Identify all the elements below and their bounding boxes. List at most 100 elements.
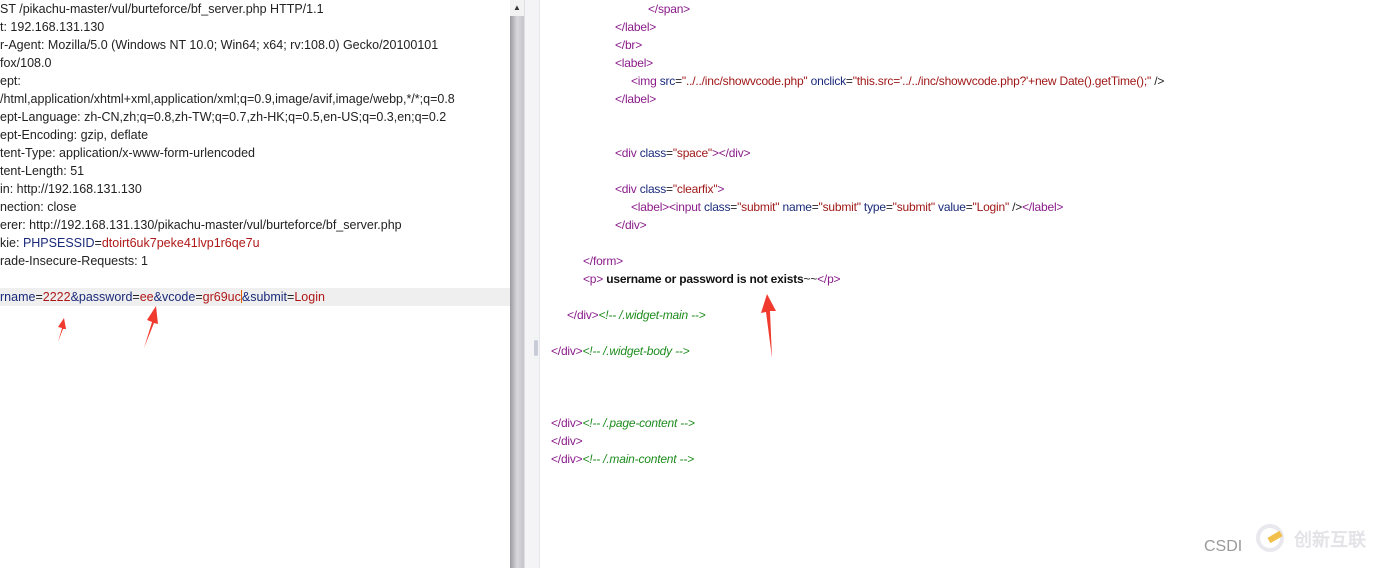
token-bold: username or password is not exists bbox=[603, 272, 804, 286]
request-header-line: in: http://192.168.131.130 bbox=[0, 180, 142, 198]
token-plain: = bbox=[132, 290, 140, 304]
token-plain: ept-Encoding: gzip, deflate bbox=[0, 128, 149, 142]
token-plain: = bbox=[675, 74, 682, 88]
token-tag: </label> bbox=[615, 92, 657, 106]
csdn-watermark: CSDI bbox=[1204, 538, 1243, 555]
token-val: "Login" bbox=[972, 200, 1010, 214]
token-tag: </div> bbox=[551, 344, 583, 358]
token-tag: <div bbox=[615, 146, 640, 160]
response-line: </br> bbox=[615, 36, 642, 54]
token-plain: in: http://192.168.131.130 bbox=[0, 182, 142, 196]
request-header-line: ept-Encoding: gzip, deflate bbox=[0, 126, 148, 144]
request-header-line: ST /pikachu-master/vul/burteforce/bf_ser… bbox=[0, 0, 324, 18]
token-plain: = bbox=[35, 290, 43, 304]
brand-logo-icon bbox=[1256, 524, 1284, 552]
request-header-line: t: 192.168.131.130 bbox=[0, 18, 104, 36]
token-attr: onclick bbox=[807, 74, 846, 88]
token-plain: nection: close bbox=[0, 200, 77, 214]
token-plain: = bbox=[666, 146, 673, 160]
response-line: </label> bbox=[615, 18, 656, 36]
response-line: </div> bbox=[551, 432, 583, 450]
response-line: <label><input class="submit" name="submi… bbox=[631, 198, 1063, 216]
token-cm: <!-- /.widget-main --> bbox=[598, 308, 706, 322]
scroll-up-icon[interactable]: ▲ bbox=[510, 0, 524, 16]
token-tag: </span> bbox=[648, 2, 690, 16]
token-tag: </div> bbox=[551, 416, 583, 430]
token-plain: kie: bbox=[0, 236, 23, 250]
response-line: <div class="space"></div> bbox=[615, 144, 751, 162]
token-hval: dtoirt6uk7peke41lvp1r6qe7u bbox=[101, 236, 260, 250]
token-plain: /> bbox=[1009, 200, 1023, 214]
request-header-line: /html,application/xhtml+xml,application/… bbox=[0, 90, 455, 108]
response-line: </form> bbox=[583, 252, 623, 270]
token-tag: <img bbox=[631, 74, 660, 88]
response-line: </label> bbox=[615, 90, 656, 108]
token-attr: class bbox=[639, 146, 667, 160]
token-tag: <p> bbox=[583, 272, 604, 286]
response-line: </div><!-- /.widget-body --> bbox=[551, 342, 690, 360]
token-tag: <div bbox=[615, 182, 640, 196]
token-plain: rade-Insecure-Requests: 1 bbox=[0, 254, 148, 268]
pane-splitter[interactable] bbox=[524, 0, 540, 568]
token-plain: tent-Type: application/x-www-form-urlenc… bbox=[0, 146, 255, 160]
token-plain: /html,application/xhtml+xml,application/… bbox=[0, 92, 455, 106]
token-cm: <!-- /.page-content --> bbox=[582, 416, 695, 430]
brand-text: 创新互联 bbox=[1294, 530, 1366, 550]
token-plain: = bbox=[195, 290, 203, 304]
response-line: </div><!-- /.main-content --> bbox=[551, 450, 694, 468]
token-tag: </br> bbox=[615, 38, 643, 52]
token-tag: </div> bbox=[551, 434, 583, 448]
response-viewer[interactable]: </span> </label> </br> <label> <img src="../… bbox=[540, 0, 1390, 568]
token-attr: class bbox=[639, 182, 667, 196]
token-plain: = bbox=[811, 200, 819, 214]
token-tag: </label> bbox=[615, 20, 657, 34]
token-val: "submit" bbox=[737, 200, 780, 214]
token-plain: erer: http://192.168.131.130/pikachu-mas… bbox=[0, 218, 402, 232]
response-line: <img src="../../inc/showvcode.php" oncli… bbox=[631, 72, 1164, 90]
token-plain: = bbox=[965, 200, 973, 214]
response-line: <div class="clearfix"> bbox=[615, 180, 724, 198]
request-header-line: r-Agent: Mozilla/5.0 (Windows NT 10.0; W… bbox=[0, 36, 438, 54]
response-line: </div><!-- /.widget-main --> bbox=[567, 306, 706, 324]
token-tag: <label><input bbox=[631, 200, 704, 214]
token-attr: value bbox=[934, 200, 966, 214]
brand-watermark: 创新互联 bbox=[1256, 522, 1386, 554]
response-line: <p> username or password is not exists~~… bbox=[583, 270, 841, 288]
token-tag: </div> bbox=[551, 452, 583, 466]
request-header-line: tent-Type: application/x-www-form-urlenc… bbox=[0, 144, 255, 162]
token-cm: <!-- /.widget-body --> bbox=[582, 344, 690, 358]
token-plain: fox/108.0 bbox=[0, 56, 52, 70]
request-editor[interactable]: ST /pikachu-master/vul/burteforce/bf_ser… bbox=[0, 0, 510, 568]
request-header-line: ept: bbox=[0, 72, 21, 90]
token-tag: <label> bbox=[615, 56, 653, 70]
token-plain: /> bbox=[1151, 74, 1165, 88]
token-attr: type bbox=[860, 200, 886, 214]
token-plain: ept: bbox=[0, 74, 21, 88]
token-hval: ee bbox=[139, 290, 154, 304]
request-header-line: kie: PHPSESSID=dtoirt6uk7peke41lvp1r6qe7… bbox=[0, 234, 260, 252]
token-plain: ept-Language: zh-CN,zh;q=0.8,zh-TW;q=0.7… bbox=[0, 110, 447, 124]
token-hkey: &submit bbox=[241, 290, 288, 304]
response-line: <label> bbox=[615, 54, 653, 72]
splitter-grip[interactable] bbox=[534, 340, 538, 356]
token-hval: 2222 bbox=[42, 290, 71, 304]
token-tag: </div> bbox=[567, 308, 599, 322]
token-plain: ST /pikachu-master/vul/burteforce/bf_ser… bbox=[0, 2, 324, 16]
token-plain: ~~ bbox=[803, 272, 818, 286]
token-val: "../../inc/showvcode.php" bbox=[681, 74, 808, 88]
token-tag: </form> bbox=[583, 254, 623, 268]
request-header-line: erer: http://192.168.131.130/pikachu-mas… bbox=[0, 216, 402, 234]
request-header-line: fox/108.0 bbox=[0, 54, 51, 72]
token-attr: src bbox=[659, 74, 676, 88]
request-scrollbar[interactable]: ▲ bbox=[510, 0, 524, 568]
token-plain: r-Agent: Mozilla/5.0 (Windows NT 10.0; W… bbox=[0, 38, 439, 52]
token-val: "space" bbox=[672, 146, 712, 160]
token-plain: t: 192.168.131.130 bbox=[0, 20, 105, 34]
token-hkey: PHPSESSID bbox=[22, 236, 95, 250]
token-tag: </p> bbox=[817, 272, 841, 286]
response-line: </div><!-- /.page-content --> bbox=[551, 414, 695, 432]
request-header-line: tent-Length: 51 bbox=[0, 162, 84, 180]
token-attr: name bbox=[779, 200, 812, 214]
token-cm: <!-- /.main-content --> bbox=[582, 452, 695, 466]
token-plain: = bbox=[94, 236, 102, 250]
